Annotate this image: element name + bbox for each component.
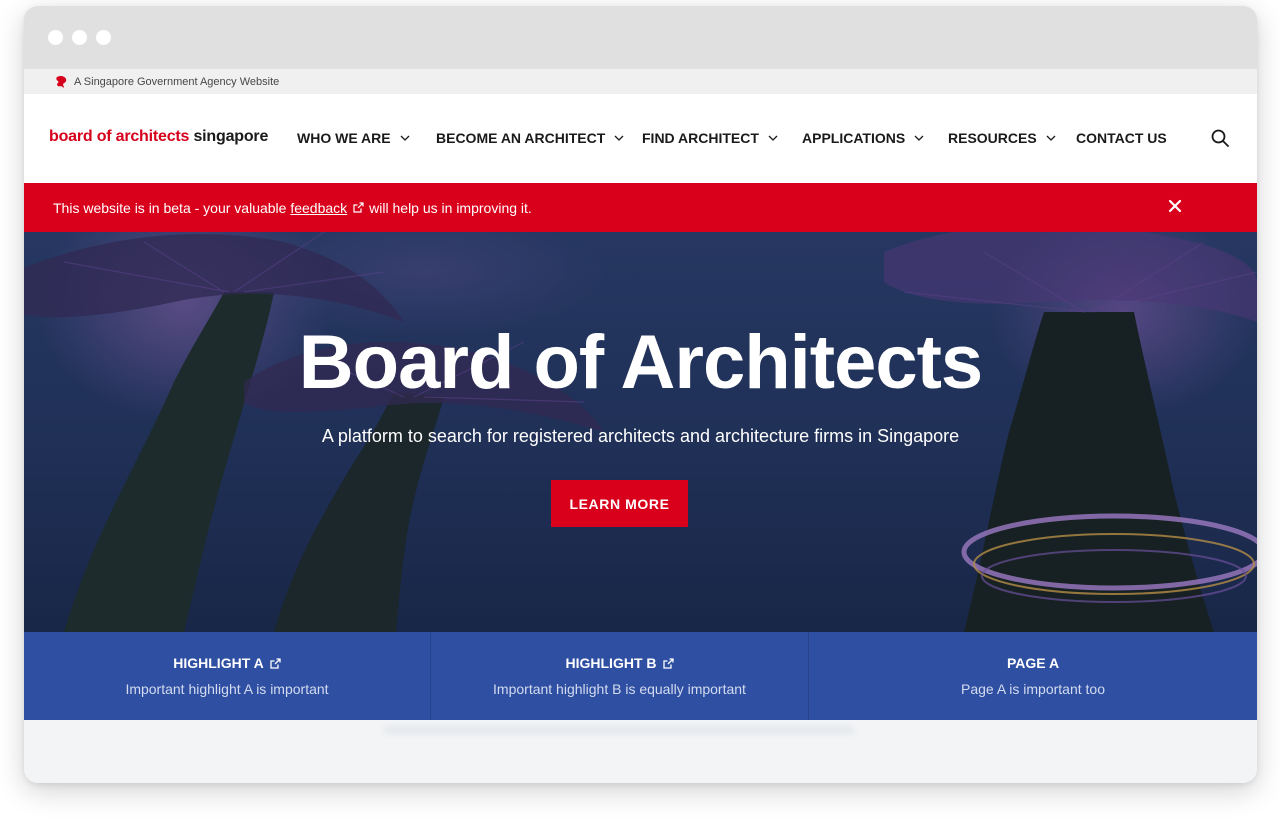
highlight-title: PAGE A	[1007, 655, 1059, 671]
highlight-card-b[interactable]: HIGHLIGHT B Important highlight B is equ…	[430, 632, 808, 720]
site-logo[interactable]: board of architects singapore	[49, 128, 268, 146]
highlight-description: Important highlight A is important	[125, 681, 329, 697]
window-minimize-dot[interactable]	[72, 30, 87, 45]
window-close-dot[interactable]	[48, 30, 63, 45]
browser-titlebar	[24, 6, 1257, 69]
external-link-icon	[662, 657, 674, 669]
highlight-title: HIGHLIGHT A	[173, 655, 281, 671]
highlight-title-text: HIGHLIGHT B	[565, 655, 657, 671]
highlight-title-text: HIGHLIGHT A	[173, 655, 264, 671]
highlight-card-page-a[interactable]: PAGE A Page A is important too	[808, 632, 1257, 720]
nav-item-who-we-are[interactable]: WHO WE ARE	[297, 130, 410, 146]
chevron-down-icon	[1046, 135, 1056, 141]
chevron-down-icon	[768, 135, 778, 141]
hero-title: Board of Architects	[298, 320, 983, 405]
learn-more-button[interactable]: LEARN MORE	[551, 480, 688, 527]
chevron-down-icon	[400, 135, 410, 141]
hero-subtitle: A platform to search for registered arch…	[321, 426, 960, 446]
highlight-card-a[interactable]: HIGHLIGHT A Important highlight A is imp…	[24, 632, 430, 720]
beta-text-after: will help us in improving it.	[369, 199, 532, 216]
main-navbar: board of architects singapore WHO WE ARE…	[24, 94, 1257, 183]
external-link-icon	[270, 657, 281, 669]
government-masthead: A Singapore Government Agency Website	[24, 69, 1257, 94]
close-icon[interactable]	[1168, 199, 1182, 213]
masthead-text: A Singapore Government Agency Website	[74, 75, 280, 88]
nav-item-find-architect[interactable]: FIND ARCHITECT	[642, 130, 778, 146]
nav-label: BECOME AN ARCHITECT	[436, 130, 606, 146]
logo-text-primary: board of architects	[49, 128, 190, 145]
highlight-description: Page A is important too	[961, 681, 1105, 697]
feedback-link[interactable]: feedback	[290, 200, 347, 216]
chevron-down-icon	[914, 135, 924, 141]
nav-label: CONTACT US	[1076, 130, 1167, 146]
nav-item-applications[interactable]: APPLICATIONS	[802, 130, 924, 146]
nav-label: FIND ARCHITECT	[642, 130, 759, 146]
nav-item-become-an-architect[interactable]: BECOME AN ARCHITECT	[436, 130, 624, 146]
content-shadow	[384, 726, 854, 734]
search-icon[interactable]	[1210, 128, 1230, 148]
nav-label: RESOURCES	[948, 130, 1037, 146]
logo-text-secondary: singapore	[193, 128, 269, 145]
nav-item-resources[interactable]: RESOURCES	[948, 130, 1056, 146]
lion-head-icon	[56, 75, 67, 88]
browser-window: A Singapore Government Agency Website bo…	[24, 6, 1257, 783]
hero-banner: Board of Architects A platform to search…	[24, 232, 1257, 632]
highlight-title: HIGHLIGHT B	[566, 655, 674, 671]
nav-label: APPLICATIONS	[802, 130, 906, 146]
highlights-bar: HIGHLIGHT A Important highlight A is imp…	[24, 632, 1257, 720]
highlight-title-text: PAGE A	[1006, 655, 1060, 671]
beta-banner: This website is in beta - your valuable …	[24, 183, 1257, 232]
nav-item-contact-us[interactable]: CONTACT US	[1076, 130, 1167, 146]
beta-text-before: This website is in beta - your valuable	[53, 199, 287, 216]
window-maximize-dot[interactable]	[96, 30, 111, 45]
external-link-icon	[353, 202, 364, 213]
nav-label: WHO WE ARE	[297, 130, 391, 146]
highlight-description: Important highlight B is equally importa…	[493, 681, 746, 697]
chevron-down-icon	[614, 135, 624, 141]
content-area	[24, 720, 1257, 783]
